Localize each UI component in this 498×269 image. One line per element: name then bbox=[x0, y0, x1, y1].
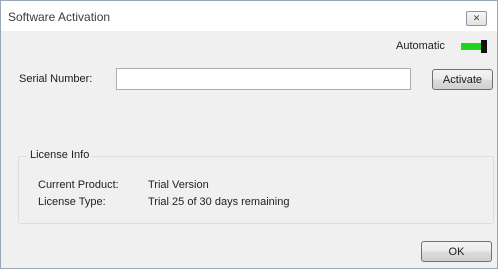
activate-button[interactable]: Activate bbox=[432, 69, 493, 90]
window-title: Software Activation bbox=[8, 10, 111, 24]
toggle-track bbox=[461, 43, 483, 50]
activation-dialog: Software Activation ✕ Automatic Serial N… bbox=[0, 0, 498, 269]
license-type-label: License Type: bbox=[38, 196, 106, 208]
close-icon[interactable]: ✕ bbox=[466, 11, 487, 26]
title-bar: Software Activation ✕ bbox=[1, 1, 497, 31]
toggle-knob[interactable] bbox=[481, 40, 487, 53]
license-info-title: License Info bbox=[27, 149, 93, 161]
automatic-label: Automatic bbox=[396, 40, 445, 52]
license-info-group: License Info Current Product: Trial Vers… bbox=[18, 149, 494, 224]
serial-number-label: Serial Number: bbox=[19, 73, 93, 85]
ok-button[interactable]: OK bbox=[421, 241, 492, 262]
serial-number-input[interactable] bbox=[116, 68, 411, 90]
license-type-value: Trial 25 of 30 days remaining bbox=[148, 196, 290, 208]
current-product-value: Trial Version bbox=[148, 179, 209, 191]
automatic-toggle[interactable] bbox=[461, 40, 488, 53]
current-product-label: Current Product: bbox=[38, 179, 119, 191]
